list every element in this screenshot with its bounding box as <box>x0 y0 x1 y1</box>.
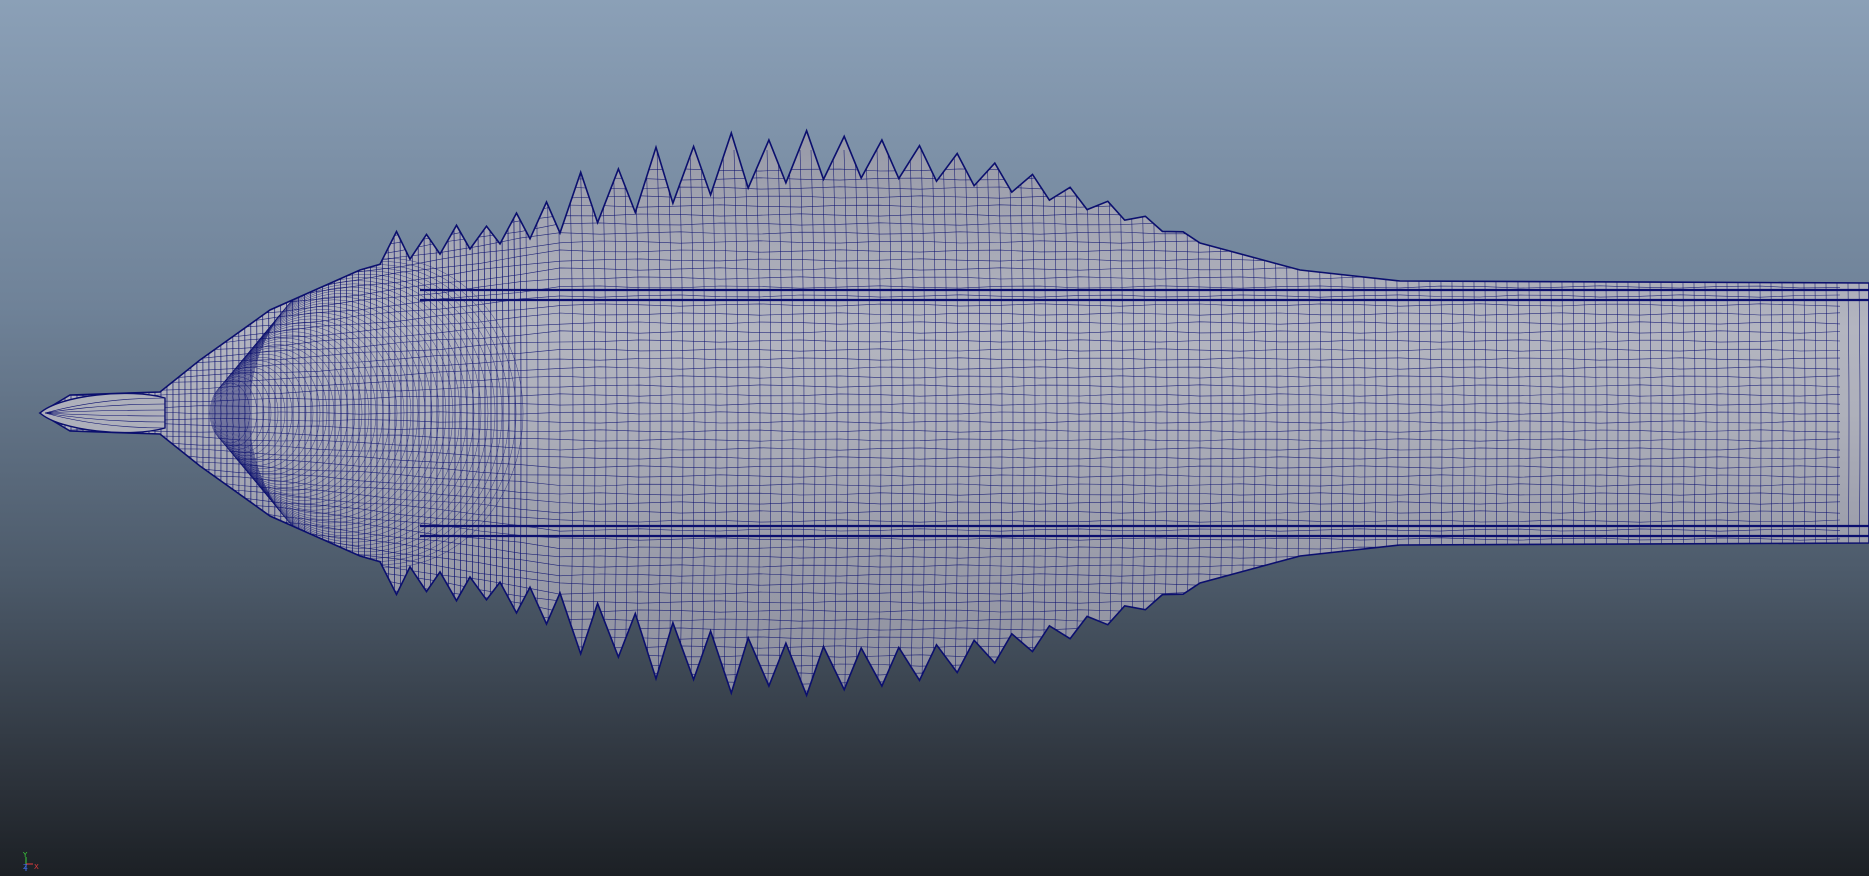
creature-silhouette <box>40 130 1869 696</box>
creature-surface <box>40 130 1869 696</box>
wireframe-mesh-model[interactable] <box>0 0 1869 876</box>
snout-tip <box>38 392 166 434</box>
maya-viewport[interactable]: Y Z X <box>0 0 1869 876</box>
axis-lines-icon <box>25 857 33 871</box>
view-axis-gizmo: Y Z X <box>18 852 48 874</box>
